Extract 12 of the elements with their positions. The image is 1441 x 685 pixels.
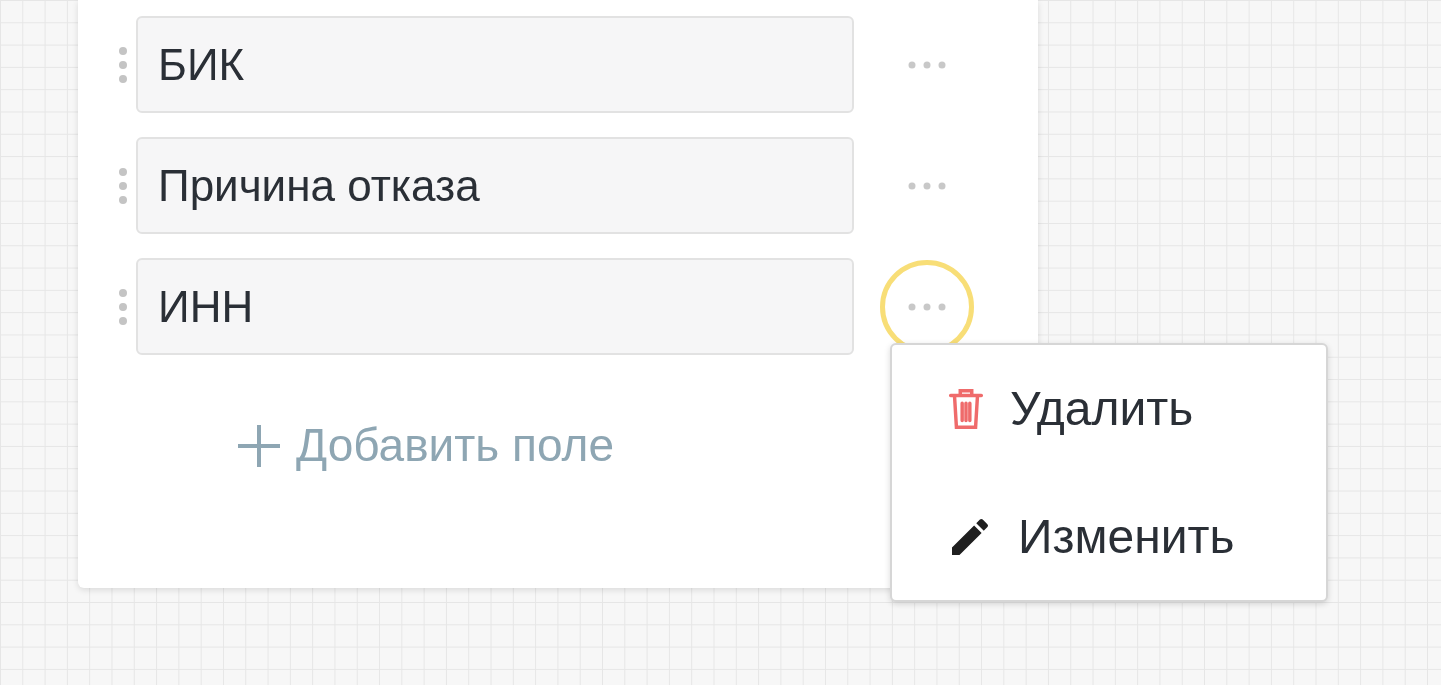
plus-icon [236,422,282,469]
drag-handle-icon[interactable] [118,165,128,206]
more-icon [908,60,946,69]
field-input[interactable]: ИНН [136,258,854,355]
menu-item[interactable]: Удалить [946,359,1326,458]
field-input[interactable]: Причина отказа [136,137,854,234]
menu-item[interactable]: Изменить [946,487,1326,586]
field-input[interactable]: БИК [136,16,854,113]
more-icon [908,181,946,190]
drag-handle-icon[interactable] [118,44,128,85]
more-icon [908,302,946,311]
drag-handle-icon[interactable] [118,286,128,327]
